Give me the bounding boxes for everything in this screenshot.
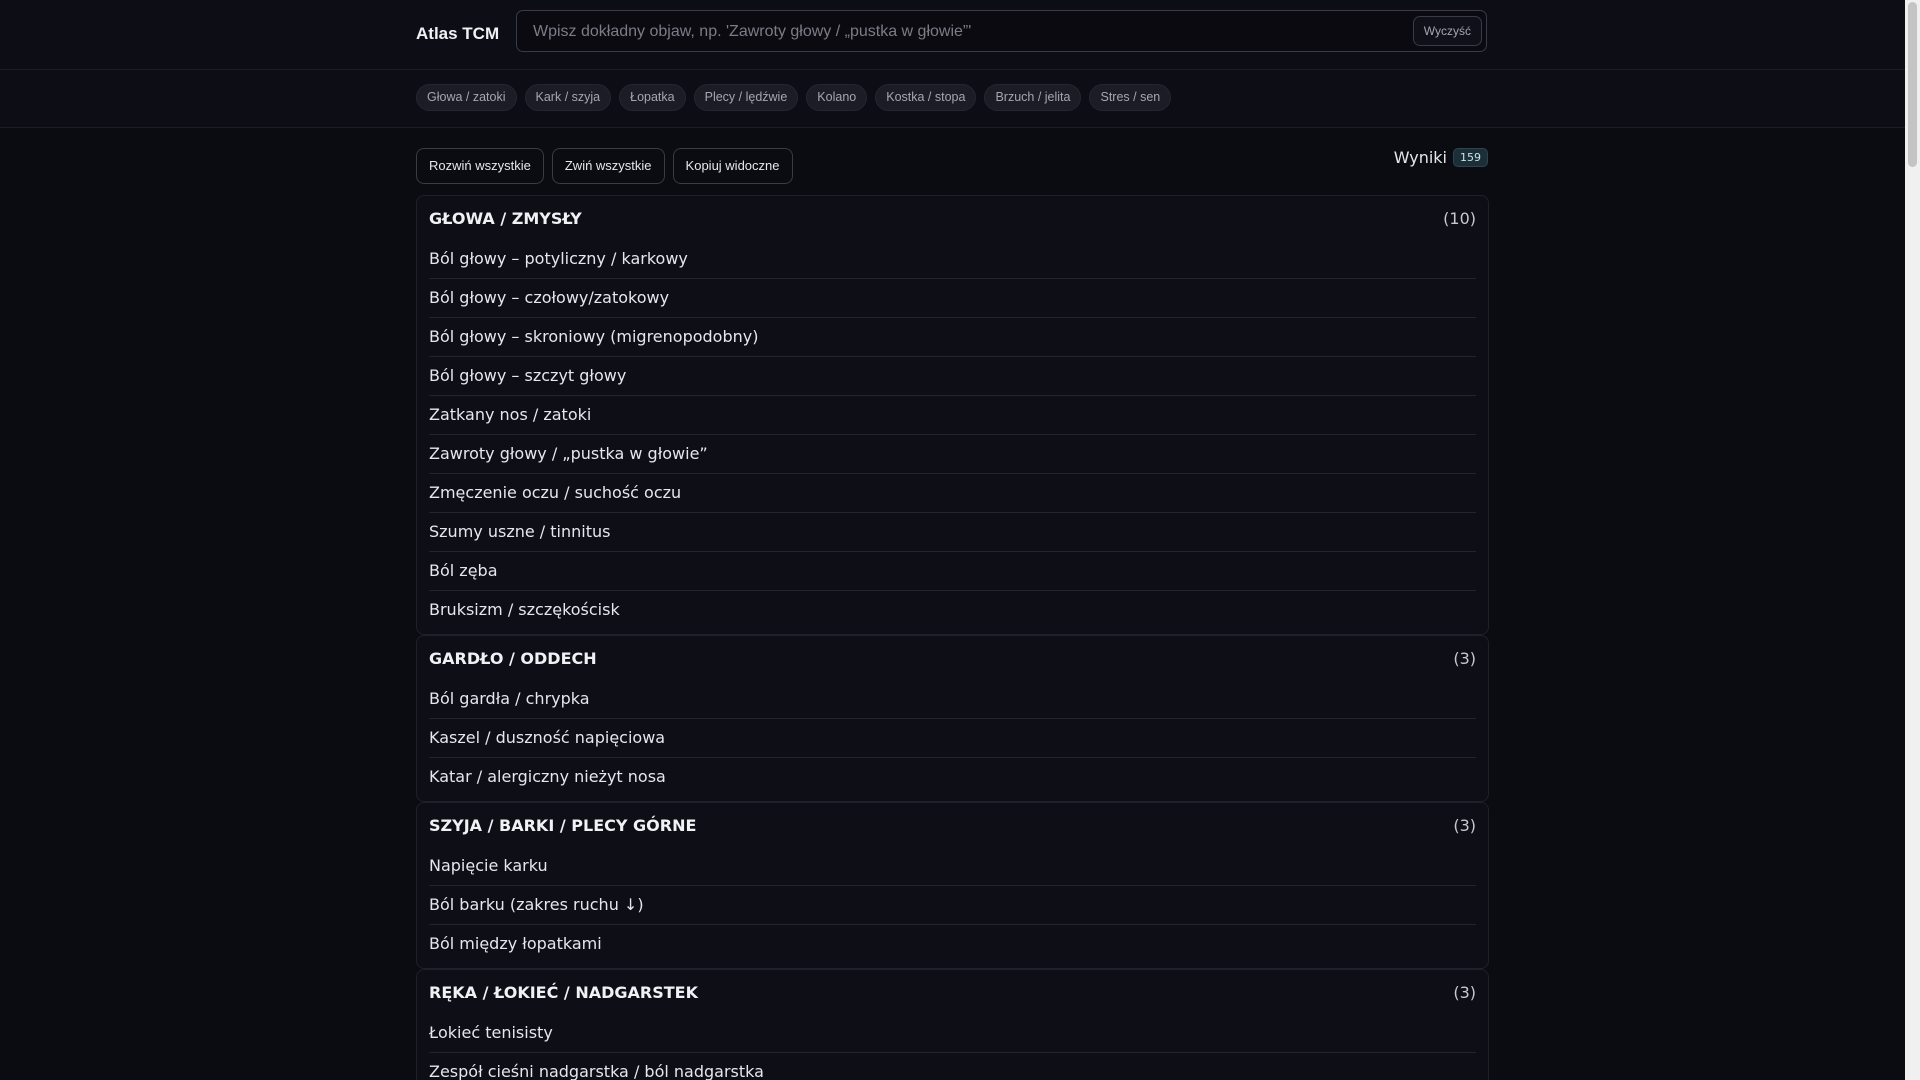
toolbar: Rozwiń wszystkie Zwiń wszystkie Kopiuj w… (416, 148, 793, 184)
results-label: Wyniki (1393, 148, 1447, 167)
chip-list: Głowa / zatoki Kark / szyja Łopatka Plec… (416, 84, 1172, 111)
clear-button[interactable]: Wyczyść (1412, 16, 1482, 46)
group-header[interactable]: GARDŁO / ODDECH (3) (429, 636, 1476, 680)
group-title: RĘKA / ŁOKIEĆ / NADGARSTEK (429, 982, 698, 1002)
collapse-all-button[interactable]: Zwiń wszystkie (551, 148, 665, 184)
scrollbar[interactable] (1905, 0, 1920, 1080)
list-item[interactable]: Ból gardła / chrypka (429, 680, 1476, 719)
list-item[interactable]: Ból głowy – skroniowy (migrenopodobny) (429, 318, 1476, 357)
chip-lopatka[interactable]: Łopatka (619, 84, 686, 111)
chip-stres-sen[interactable]: Stres / sen (1089, 84, 1172, 111)
group-header[interactable]: RĘKA / ŁOKIEĆ / NADGARSTEK (3) (429, 970, 1476, 1014)
results-count-badge: 159 (1453, 148, 1488, 167)
group-title: GŁOWA / ZMYSŁY (429, 208, 582, 228)
list-item[interactable]: Katar / alergiczny nieżyt nosa (429, 758, 1476, 797)
copy-visible-button[interactable]: Kopiuj widoczne (672, 148, 793, 184)
group-title: SZYJA / BARKI / PLECY GÓRNE (429, 815, 697, 835)
list-item[interactable]: Napięcie karku (429, 847, 1476, 886)
group-title: GARDŁO / ODDECH (429, 648, 597, 668)
list-item[interactable]: Bruksizm / szczękościsk (429, 591, 1476, 630)
list-item[interactable]: Ból między łopatkami (429, 925, 1476, 964)
search-input[interactable] (531, 11, 1335, 53)
group-count: (3) (1453, 815, 1476, 835)
list-item[interactable]: Ból głowy – szczyt głowy (429, 357, 1476, 396)
chip-glowa-zatoki[interactable]: Głowa / zatoki (416, 84, 517, 111)
list-item[interactable]: Ból głowy – potyliczny / karkowy (429, 240, 1476, 279)
list-item[interactable]: Zatkany nos / zatoki (429, 396, 1476, 435)
group-header[interactable]: SZYJA / BARKI / PLECY GÓRNE (3) (429, 803, 1476, 847)
list-item[interactable]: Zawroty głowy / „pustka w głowie” (429, 435, 1476, 474)
chip-brzuch-jelita[interactable]: Brzuch / jelita (984, 84, 1082, 111)
chip-kostka-stopa[interactable]: Kostka / stopa (875, 84, 977, 111)
group-count: (10) (1443, 208, 1476, 228)
results-summary: Wyniki 159 (1394, 148, 1488, 167)
list-item[interactable]: Ból głowy – czołowy/zatokowy (429, 279, 1476, 318)
symptom-list: GŁOWA / ZMYSŁY (10) Ból głowy – potylicz… (416, 195, 1489, 1080)
category-chip-bar: Głowa / zatoki Kark / szyja Łopatka Plec… (0, 70, 1905, 128)
list-item[interactable]: Kaszel / duszność napięciowa (429, 719, 1476, 758)
group-reka-lokiec: RĘKA / ŁOKIEĆ / NADGARSTEK (3) Łokieć te… (416, 969, 1489, 1080)
chip-kark-szyja[interactable]: Kark / szyja (524, 84, 612, 111)
chip-kolano[interactable]: Kolano (806, 84, 868, 111)
expand-all-button[interactable]: Rozwiń wszystkie (416, 148, 544, 184)
app-title: Atlas TCM (416, 24, 500, 43)
group-szyja-barki: SZYJA / BARKI / PLECY GÓRNE (3) Napięcie… (416, 802, 1489, 969)
search-box: Wyczyść (516, 10, 1487, 53)
list-item[interactable]: Łokieć tenisisty (429, 1014, 1476, 1053)
list-item[interactable]: Szumy uszne / tinnitus (429, 513, 1476, 552)
scrollbar-thumb[interactable] (1908, 2, 1917, 167)
list-item[interactable]: Ból zęba (429, 552, 1476, 591)
list-item[interactable]: Zespół cieśni nadgarstka / ból nadgarstk… (429, 1053, 1476, 1080)
group-count: (3) (1453, 982, 1476, 1002)
list-item[interactable]: Ból barku (zakres ruchu ↓) (429, 886, 1476, 925)
group-header[interactable]: GŁOWA / ZMYSŁY (10) (429, 196, 1476, 240)
group-glowa-zmysly: GŁOWA / ZMYSŁY (10) Ból głowy – potylicz… (416, 195, 1489, 635)
top-bar: Atlas TCM Wyczyść (0, 0, 1905, 70)
group-gardlo-oddech: GARDŁO / ODDECH (3) Ból gardła / chrypka… (416, 635, 1489, 802)
group-count: (3) (1453, 648, 1476, 668)
chip-plecy-ledzwie[interactable]: Plecy / lędźwie (693, 84, 799, 111)
list-item[interactable]: Zmęczenie oczu / suchość oczu (429, 474, 1476, 513)
